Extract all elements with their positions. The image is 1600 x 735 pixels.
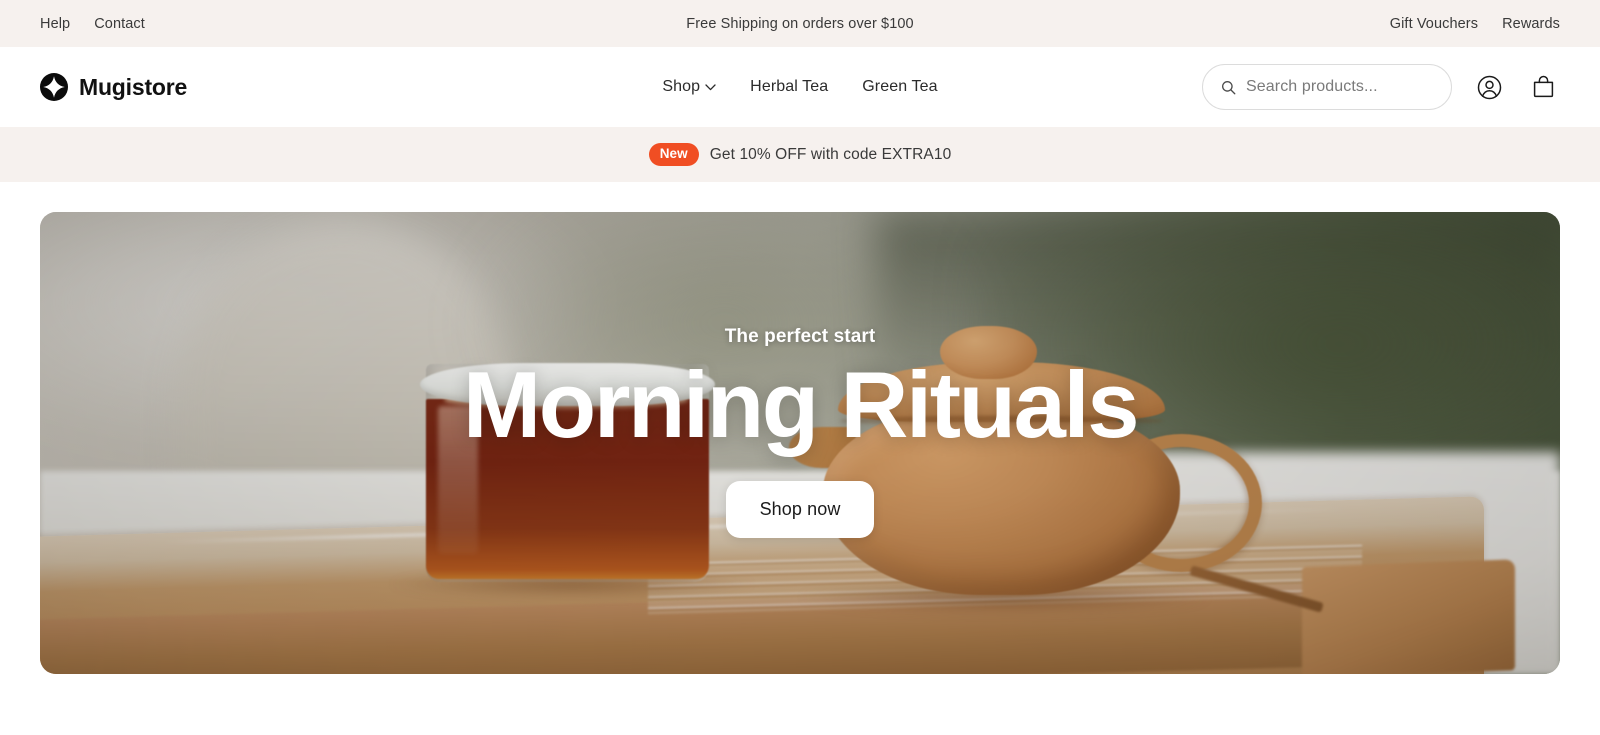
shipping-announcement: Free Shipping on orders over $100 [686, 15, 914, 32]
hero-eyebrow: The perfect start [724, 326, 876, 347]
shop-now-button[interactable]: Shop now [725, 480, 875, 538]
site-header: Mugistore Shop Herbal Tea Green Tea [0, 47, 1600, 127]
chevron-down-icon [705, 83, 716, 90]
cart-button[interactable] [1526, 70, 1560, 104]
nav-item-shop[interactable]: Shop [662, 78, 716, 96]
top-utility-bar: Help Contact Free Shipping on orders ove… [0, 0, 1600, 47]
search-box[interactable] [1202, 64, 1452, 110]
promo-banner: New Get 10% OFF with code EXTRA10 [0, 127, 1600, 182]
brand-logo[interactable]: Mugistore [40, 73, 187, 101]
user-circle-icon [1477, 75, 1501, 99]
topbar-link-rewards[interactable]: Rewards [1502, 16, 1560, 32]
header-actions [1202, 64, 1560, 110]
shopping-bag-icon [1533, 75, 1553, 97]
hero-banner[interactable]: The perfect start Morning Rituals Shop n… [40, 212, 1560, 674]
nav-item-green-tea[interactable]: Green Tea [862, 78, 937, 96]
nav-item-herbal-tea[interactable]: Herbal Tea [750, 78, 828, 96]
topbar-link-gift-vouchers[interactable]: Gift Vouchers [1390, 16, 1478, 32]
search-icon [1222, 80, 1236, 94]
search-input[interactable] [1246, 78, 1433, 96]
sparkle-star-icon [40, 73, 68, 101]
nav-item-shop-label: Shop [662, 78, 701, 95]
promo-text: Get 10% OFF with code EXTRA10 [709, 145, 952, 163]
account-button[interactable] [1472, 70, 1506, 104]
topbar-right-links: Gift Vouchers Rewards [1390, 16, 1560, 32]
topbar-link-help[interactable]: Help [40, 16, 70, 32]
promo-new-badge[interactable]: New [648, 143, 699, 166]
hero-section: The perfect start Morning Rituals Shop n… [0, 182, 1600, 674]
hero-content: The perfect start Morning Rituals Shop n… [40, 326, 1560, 538]
brand-name: Mugistore [79, 73, 188, 100]
hero-title: Morning Rituals [462, 352, 1140, 457]
topbar-left-links: Help Contact [40, 16, 145, 32]
topbar-link-contact[interactable]: Contact [94, 16, 145, 32]
